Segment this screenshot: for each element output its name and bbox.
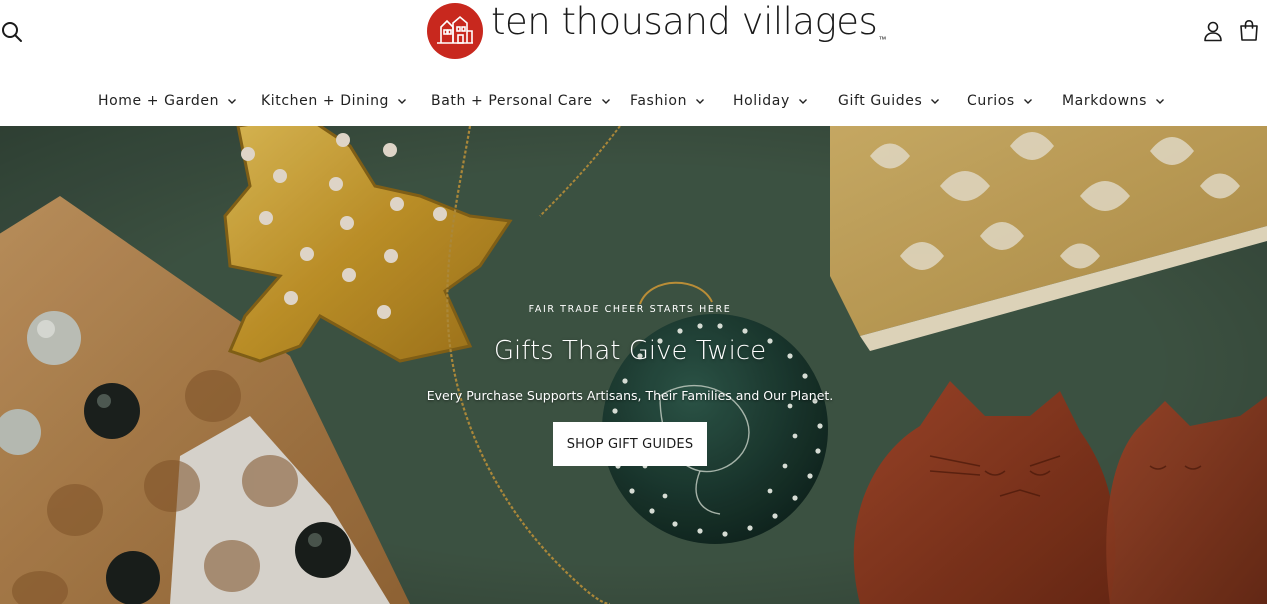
search-button[interactable] <box>0 20 24 44</box>
nav-item-home-garden[interactable]: Home + Garden <box>98 86 237 116</box>
shop-gift-guides-button[interactable]: SHOP GIFT GUIDES <box>553 422 707 466</box>
nav-item-fashion[interactable]: Fashion <box>630 86 705 116</box>
user-icon <box>1204 21 1222 42</box>
chevron-down-icon <box>398 99 407 104</box>
site-header: ten thousand villages™ Home + Garden Kit… <box>0 0 1267 126</box>
nav-item-label: Fashion <box>630 93 688 109</box>
account-button[interactable] <box>1202 20 1224 42</box>
nav-item-bath-personal-care[interactable]: Bath + Personal Care <box>431 86 611 116</box>
chevron-down-icon <box>1156 99 1164 104</box>
nav-item-label: Curios <box>967 93 1015 109</box>
nav-item-label: Holiday <box>733 93 790 109</box>
nav-item-label: Bath + Personal Care <box>431 93 593 109</box>
chevron-down-icon <box>798 99 807 104</box>
nav-item-curios[interactable]: Curios <box>967 86 1033 116</box>
brand-logo[interactable]: ten thousand villages™ <box>427 0 886 59</box>
village-logo-icon <box>427 3 483 59</box>
nav-item-holiday[interactable]: Holiday <box>733 86 808 116</box>
trademark-symbol: ™ <box>878 35 886 45</box>
nav-item-label: Markdowns <box>1062 93 1147 109</box>
chevron-down-icon <box>601 99 610 104</box>
chevron-down-icon <box>931 99 940 104</box>
shopping-bag-icon <box>1240 19 1258 41</box>
brand-name: ten thousand villages™ <box>491 0 886 45</box>
cart-button[interactable] <box>1238 19 1260 42</box>
nav-item-label: Home + Garden <box>98 93 220 109</box>
nav-item-kitchen-dining[interactable]: Kitchen + Dining <box>261 86 407 116</box>
chevron-down-icon <box>228 99 237 104</box>
search-icon <box>2 22 22 42</box>
main-navigation: Home + Garden Kitchen + Dining Bath + Pe… <box>0 86 1267 116</box>
nav-item-markdowns[interactable]: Markdowns <box>1062 86 1165 116</box>
nav-item-gift-guides[interactable]: Gift Guides <box>838 86 940 116</box>
hero-banner: FAIR TRADE CHEER STARTS HERE Gifts That … <box>0 126 1267 604</box>
chevron-down-icon <box>696 99 705 104</box>
nav-item-label: Gift Guides <box>838 93 923 109</box>
chevron-down-icon <box>1023 99 1032 104</box>
nav-item-label: Kitchen + Dining <box>261 93 390 109</box>
hero-background-image <box>0 126 1267 604</box>
